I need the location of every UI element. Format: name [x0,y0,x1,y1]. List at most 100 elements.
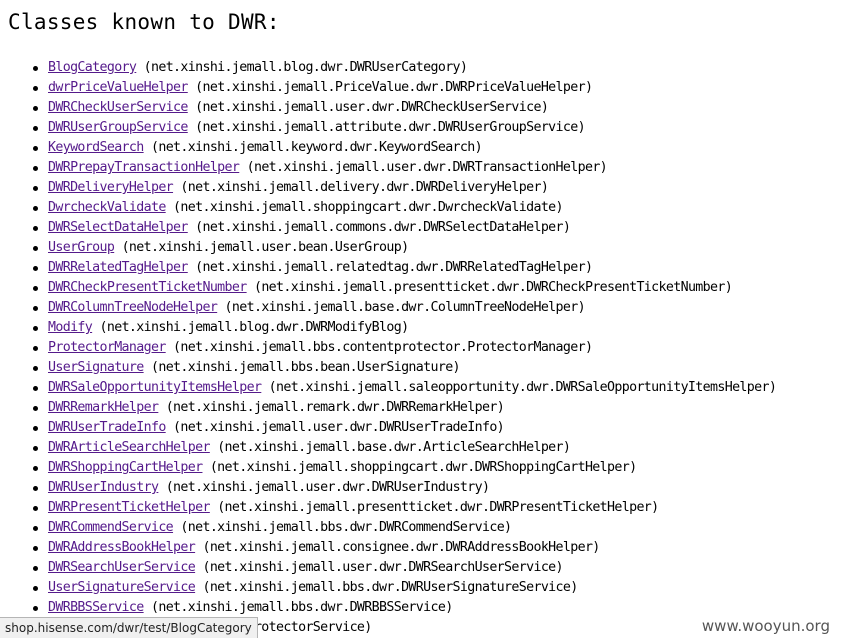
class-link[interactable]: DwrcheckValidate [48,200,166,215]
class-path: (net.xinshi.jemall.keyword.dwr.KeywordSe… [150,140,483,155]
list-item: DWRCheckPresentTicketNumber (net.xinshi.… [30,278,776,298]
bullet-icon [33,606,38,611]
list-item: DWRSaleOpportunityItemsHelper (net.xinsh… [30,378,777,398]
bullet-icon [33,166,38,171]
class-path: (net.xinshi.jemall.remark.dwr.DWRRemarkH… [165,400,505,415]
class-path: (net.xinshi.jemall.base.dwr.ColumnTreeNo… [224,300,586,315]
list-item: Modify (net.xinshi.jemall.blog.dwr.DWRMo… [30,318,776,338]
list-item: DWRDeliveryHelper (net.xinshi.jemall.del… [30,178,776,198]
class-path: (net.xinshi.jemall.presentticket.dwr.DWR… [253,280,733,295]
class-link[interactable]: DWRShoppingCartHelper [48,460,203,475]
class-list: BlogCategory (net.xinshi.jemall.blog.dwr… [30,58,777,638]
bullet-icon [33,246,38,251]
class-link[interactable]: DWRSelectDataHelper [48,220,188,235]
class-link[interactable]: UserSignatureService [48,580,196,595]
bullet-icon [33,426,38,431]
bullet-icon [33,226,38,231]
class-link[interactable]: DWRColumnTreeNodeHelper [48,300,218,315]
bullet-icon [33,406,38,411]
class-link[interactable]: DWRArticleSearchHelper [48,440,210,455]
list-item: BlogCategory (net.xinshi.jemall.blog.dwr… [30,58,776,78]
class-path: (net.xinshi.jemall.PriceValue.dwr.DWRPri… [195,80,593,95]
bullet-icon [33,586,38,591]
class-link[interactable]: UserGroup [48,240,115,255]
bullet-icon [33,206,38,211]
class-link[interactable]: BlogCategory [48,60,137,75]
class-path: (net.xinshi.jemall.blog.dwr.DWRUserCateg… [143,60,468,75]
list-item: DWRPresentTicketHelper (net.xinshi.jemal… [30,498,776,518]
class-path: (net.xinshi.jemall.base.dwr.ArticleSearc… [217,440,571,455]
list-item: DWRSearchUserService (net.xinshi.jemall.… [30,558,776,578]
bullet-icon [33,526,38,531]
list-item: DWRUserTradeInfo (net.xinshi.jemall.user… [30,418,776,438]
bullet-icon [33,286,38,291]
class-link[interactable]: dwrPriceValueHelper [48,80,188,95]
class-link[interactable]: KeywordSearch [48,140,144,155]
class-path: (net.xinshi.jemall.relatedtag.dwr.DWRRel… [195,260,593,275]
list-item: DWRCheckUserService (net.xinshi.jemall.u… [30,98,776,118]
class-link[interactable]: Modify [48,320,93,335]
list-item: UserSignature (net.xinshi.jemall.bbs.bea… [30,358,776,378]
class-link[interactable]: ProtectorManager [48,340,166,355]
list-item: dwrPriceValueHelper (net.xinshi.jemall.P… [30,78,776,98]
list-item: DWRUserGroupService (net.xinshi.jemall.a… [30,118,776,138]
bullet-icon [33,126,38,131]
class-link[interactable]: DWRAddressBookHelper [48,540,196,555]
list-item: UserGroup (net.xinshi.jemall.user.bean.U… [30,238,776,258]
class-link[interactable]: DWRUserIndustry [48,480,159,495]
class-link[interactable]: DWRCheckPresentTicketNumber [48,280,247,295]
class-path: (net.xinshi.jemall.user.bean.UserGroup) [121,240,410,255]
class-path: (net.xinshi.jemall.bbs.bean.UserSignatur… [150,360,461,375]
class-link[interactable]: DWRRelatedTagHelper [48,260,188,275]
class-path: (net.xinshi.jemall.user.dwr.DWRUserTrade… [173,420,505,435]
bullet-icon [33,306,38,311]
class-link[interactable]: DWRCheckUserService [48,100,188,115]
bullet-icon [33,566,38,571]
class-link[interactable]: UserSignature [48,360,144,375]
class-path: (net.xinshi.jemall.bbs.contentprotector.… [173,340,593,355]
class-link[interactable]: DWRPrepayTransactionHelper [48,160,240,175]
bullet-icon [33,186,38,191]
list-item: DWRPrepayTransactionHelper (net.xinshi.j… [30,158,776,178]
bullet-icon [33,546,38,551]
list-item: DWRUserIndustry (net.xinshi.jemall.user.… [30,478,776,498]
class-link[interactable]: DWRUserGroupService [48,120,188,135]
class-link[interactable]: DWRUserTradeInfo [48,420,166,435]
bullet-icon [33,466,38,471]
class-path: (net.xinshi.jemall.saleopportunity.dwr.D… [268,380,777,395]
list-item: KeywordSearch (net.xinshi.jemall.keyword… [30,138,776,158]
bullet-icon [33,266,38,271]
class-path: (net.xinshi.jemall.user.dwr.DWRSearchUse… [202,560,563,575]
list-item: DWRRelatedTagHelper (net.xinshi.jemall.r… [30,258,776,278]
status-bar-url: shop.hisense.com/dwr/test/BlogCategory [0,617,258,638]
bullet-icon [33,66,38,71]
bullet-icon [33,506,38,511]
bullet-icon [33,386,38,391]
class-path: (net.xinshi.jemall.user.dwr.DWRUserIndus… [165,480,490,495]
bullet-icon [33,486,38,491]
list-item: DWRSelectDataHelper (net.xinshi.jemall.c… [30,218,776,238]
bullet-icon [33,86,38,91]
list-item: DWRShoppingCartHelper (net.xinshi.jemall… [30,458,776,478]
class-link[interactable]: DWRSearchUserService [48,560,196,575]
list-item: ProtectorManager (net.xinshi.jemall.bbs.… [30,338,776,358]
class-link[interactable]: DWRSaleOpportunityItemsHelper [48,380,262,395]
class-link[interactable]: DWRCommendService [48,520,174,535]
class-path: (net.xinshi.jemall.shoppingcart.dwr.DWRS… [209,460,637,475]
list-item: DWRRemarkHelper (net.xinshi.jemall.remar… [30,398,776,418]
class-path: (net.xinshi.jemall.shoppingcart.dwr.Dwrc… [173,200,563,215]
list-item: DWRCommendService (net.xinshi.jemall.bbs… [30,518,776,538]
class-link[interactable]: DWRPresentTicketHelper [48,500,210,515]
class-link[interactable]: DWRDeliveryHelper [48,180,174,195]
page-title: Classes known to DWR: [8,10,280,34]
class-link[interactable]: DWRRemarkHelper [48,400,159,415]
class-path: (net.xinshi.jemall.blog.dwr.DWRModifyBlo… [99,320,410,335]
watermark: www.wooyun.org [701,617,830,635]
list-item: DwrcheckValidate (net.xinshi.jemall.shop… [30,198,776,218]
list-item: DWRColumnTreeNodeHelper (net.xinshi.jema… [30,298,776,318]
class-path: (net.xinshi.jemall.attribute.dwr.DWRUser… [195,120,585,135]
list-item: UserSignatureService (net.xinshi.jemall.… [30,578,776,598]
class-path: (net.xinshi.jemall.user.dwr.DWRTransacti… [246,160,608,175]
class-link[interactable]: DWRBBSService [48,600,144,615]
bullet-icon [33,346,38,351]
